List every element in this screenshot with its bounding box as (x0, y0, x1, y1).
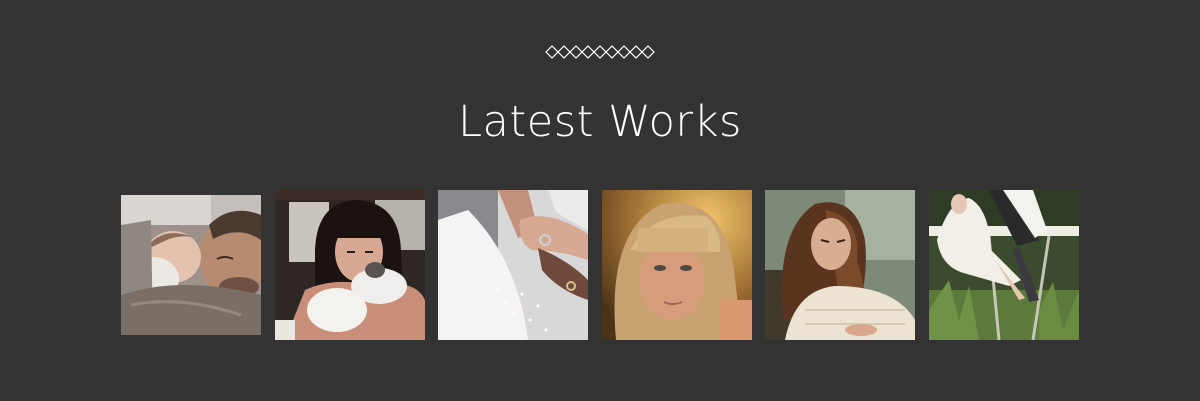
gallery-item-father-baby[interactable] (121, 195, 261, 335)
gallery-item-wedding-hands[interactable] (438, 190, 588, 340)
gallery-item-woman-cat[interactable] (275, 190, 425, 340)
photo-wedding-hands-icon (438, 190, 588, 340)
photo-woman-cat-icon (275, 190, 425, 340)
gallery-item-girl-portrait[interactable] (602, 190, 752, 340)
photo-girl-portrait-icon (602, 190, 752, 340)
gallery-item-woman-long-hair[interactable] (765, 190, 915, 340)
photo-father-baby-icon (121, 195, 261, 335)
photo-woman-long-hair-icon (765, 190, 915, 340)
works-gallery (0, 0, 1200, 401)
gallery-item-woman-white-dress[interactable] (929, 190, 1079, 340)
latest-works-section: Latest Works (0, 0, 1200, 401)
photo-woman-white-dress-icon (929, 190, 1079, 340)
